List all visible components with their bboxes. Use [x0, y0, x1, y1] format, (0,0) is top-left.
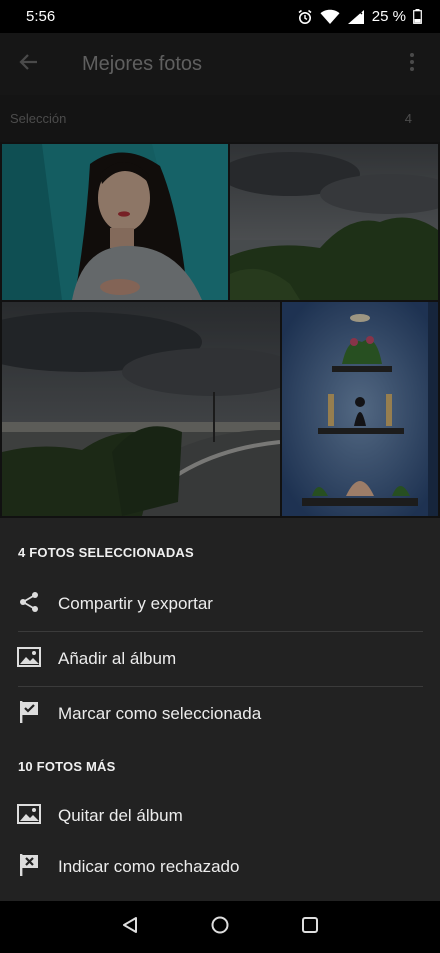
status-bar: 5:56 25 % [0, 0, 440, 33]
photo-landscape-clouds[interactable] [230, 144, 438, 300]
back-button[interactable] [0, 33, 58, 95]
add-to-album-item[interactable]: Añadir al álbum [0, 632, 440, 686]
mark-as-rejected-label: Indicar como rechazado [58, 857, 240, 876]
nav-recents-button[interactable] [265, 901, 355, 953]
action-sheet: 4 FOTOS SELECCIONADAS Compartir y export… [0, 518, 440, 901]
add-to-album-icon [17, 646, 41, 672]
remove-from-album-label: Quitar del álbum [58, 806, 183, 825]
selection-count: 4 [404, 111, 412, 126]
remove-from-album-item[interactable]: Quitar del álbum [0, 789, 440, 843]
selection-header: Selección 4 [0, 95, 440, 142]
triangle-back-icon [121, 916, 139, 939]
battery-icon [413, 9, 422, 24]
battery-level: 25 % [371, 8, 406, 25]
more-vert-icon [409, 52, 415, 77]
flag-reject-icon [18, 853, 40, 882]
photo-stormy-road[interactable] [2, 302, 280, 516]
section-title-selected: 4 FOTOS SELECCIONADAS [18, 545, 194, 560]
mark-as-pick-label: Marcar como seleccionada [58, 704, 262, 723]
add-to-album-label: Añadir al álbum [58, 649, 177, 668]
wifi-icon [320, 9, 340, 25]
photo-portrait[interactable] [2, 144, 228, 300]
system-nav-bar [0, 901, 440, 953]
photo-grid [0, 142, 440, 518]
app-bar: Mejores fotos [0, 33, 440, 95]
nav-home-button[interactable] [175, 901, 265, 953]
remove-from-album-icon [17, 803, 41, 829]
mark-as-pick-item[interactable]: Marcar como seleccionada [0, 687, 440, 741]
status-icons: 25 % [297, 8, 422, 25]
photo-shelf-buddha[interactable] [282, 302, 438, 516]
share-export-item[interactable]: Compartir y exportar [0, 577, 440, 631]
section-title-more: 10 FOTOS MÁS [18, 759, 116, 774]
page-title: Mejores fotos [82, 52, 203, 75]
flag-pick-icon [18, 700, 40, 729]
share-icon [18, 591, 40, 618]
mark-as-rejected-item[interactable]: Indicar como rechazado [0, 840, 440, 894]
selection-label: Selección [10, 111, 67, 126]
overflow-menu-button[interactable] [400, 52, 424, 76]
circle-home-icon [210, 915, 230, 940]
square-recents-icon [301, 916, 319, 939]
arrow-left-icon [18, 51, 40, 78]
signal-icon [347, 9, 365, 25]
alarm-icon [297, 9, 313, 25]
nav-back-button[interactable] [85, 901, 175, 953]
status-time: 5:56 [26, 8, 56, 25]
share-export-label: Compartir y exportar [58, 594, 213, 613]
